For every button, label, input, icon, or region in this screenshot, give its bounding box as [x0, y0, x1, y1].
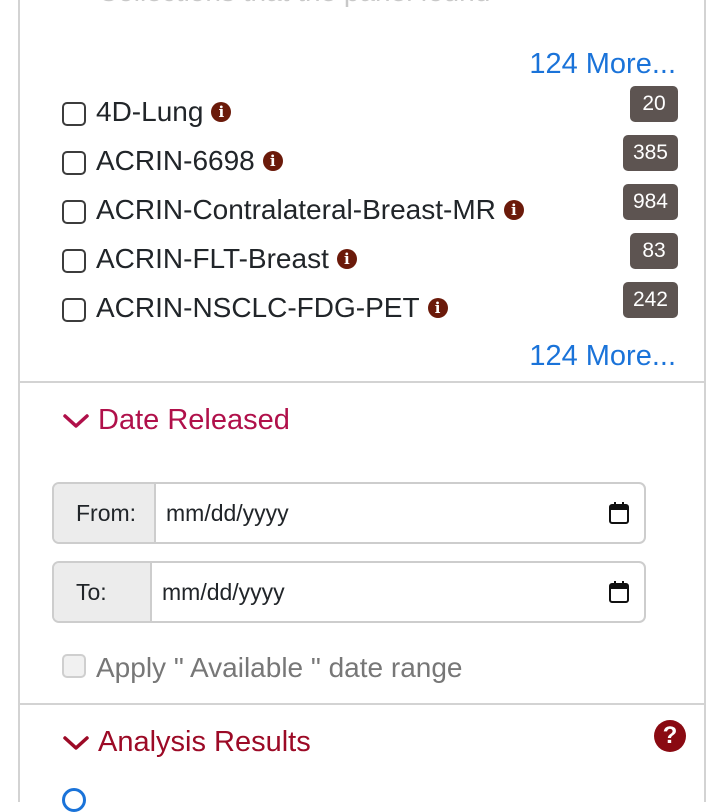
section-divider: [20, 703, 704, 705]
filter-panel: Collections that the panel found 124 Mor…: [18, 0, 706, 812]
collection-item[interactable]: 4D-Lung i 20: [62, 86, 678, 138]
collection-item[interactable]: ACRIN-NSCLC-FDG-PET i 242: [62, 282, 678, 334]
from-label: From:: [54, 484, 156, 542]
count-badge: 385: [622, 135, 678, 171]
analysis-result-radio[interactable]: [62, 788, 86, 812]
count-badge: 83: [630, 233, 678, 269]
more-collections-link-top[interactable]: 124 More...: [529, 48, 676, 81]
count-badge: 984: [622, 184, 678, 220]
info-icon[interactable]: i: [503, 199, 524, 220]
collection-item[interactable]: ACRIN-Contralateral-Breast-MR i 984: [62, 184, 678, 236]
calendar-icon[interactable]: [608, 501, 630, 525]
from-date-group: From: mm/dd/yyyy: [52, 482, 646, 544]
section-divider: [20, 381, 704, 383]
to-date-input[interactable]: mm/dd/yyyy: [162, 563, 285, 621]
apply-available-date-range: Apply " Available " date range: [62, 650, 562, 686]
to-date-group: To: mm/dd/yyyy: [52, 561, 646, 623]
info-icon[interactable]: i: [262, 150, 283, 171]
collection-label: ACRIN-Contralateral-Breast-MR: [96, 194, 496, 225]
more-collections-link-bottom[interactable]: 124 More...: [529, 340, 676, 373]
analysis-results-title: Analysis Results: [98, 726, 311, 758]
info-icon[interactable]: i: [211, 101, 232, 122]
collections-partial-header: Collections that the panel found: [98, 0, 490, 8]
date-released-header[interactable]: Date Released: [62, 404, 290, 437]
calendar-icon[interactable]: [608, 580, 630, 604]
help-icon[interactable]: ?: [654, 720, 686, 752]
collection-label: 4D-Lung: [96, 96, 204, 127]
chevron-down-icon: [63, 736, 89, 751]
collection-checkbox[interactable]: [62, 298, 86, 322]
collection-item[interactable]: ACRIN-6698 i 385: [62, 135, 678, 187]
count-badge: 20: [630, 86, 678, 122]
collection-label: ACRIN-6698: [96, 145, 255, 176]
date-released-title: Date Released: [98, 404, 290, 436]
info-icon[interactable]: i: [427, 297, 448, 318]
apply-date-range-checkbox[interactable]: [62, 654, 86, 678]
collection-checkbox[interactable]: [62, 151, 86, 175]
collection-item[interactable]: ACRIN-FLT-Breast i 83: [62, 233, 678, 285]
info-icon[interactable]: i: [336, 248, 357, 269]
chevron-down-icon: [63, 414, 89, 429]
collection-label: ACRIN-NSCLC-FDG-PET: [96, 292, 420, 323]
analysis-results-header[interactable]: Analysis Results: [62, 726, 311, 759]
collection-label: ACRIN-FLT-Breast: [96, 243, 329, 274]
count-badge: 242: [622, 282, 678, 318]
to-label: To:: [54, 563, 152, 621]
from-date-input[interactable]: mm/dd/yyyy: [166, 484, 289, 542]
collection-checkbox[interactable]: [62, 200, 86, 224]
apply-date-range-label: Apply " Available " date range: [96, 652, 463, 683]
collection-checkbox[interactable]: [62, 249, 86, 273]
collection-checkbox[interactable]: [62, 102, 86, 126]
